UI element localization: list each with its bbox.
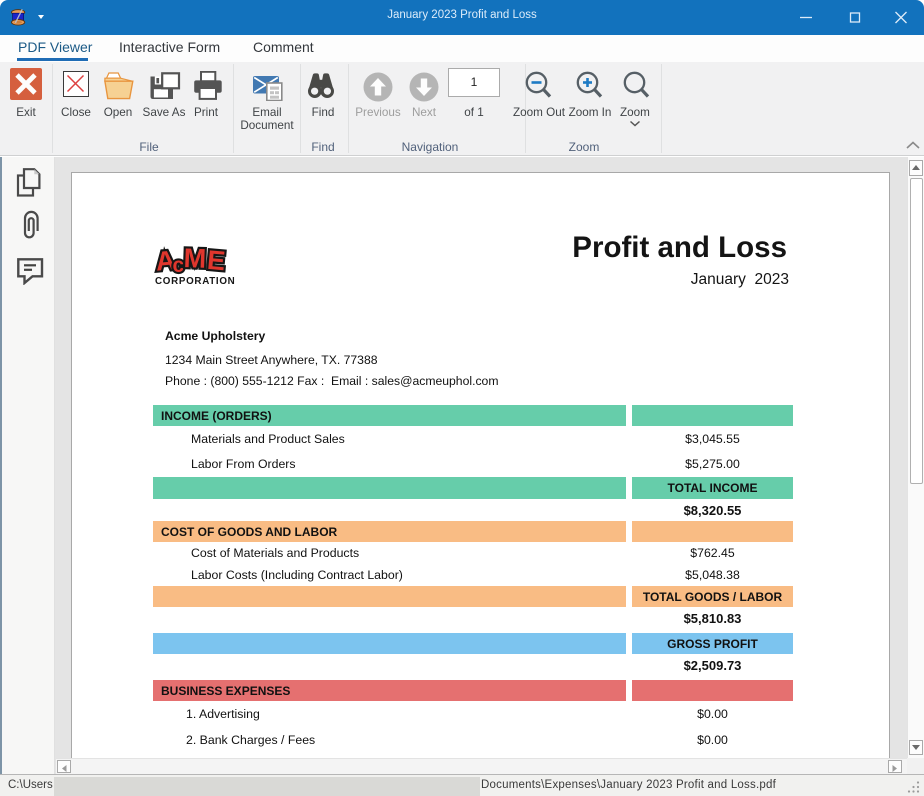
svg-text:CORPORATION: CORPORATION xyxy=(155,276,235,287)
svg-text:E: E xyxy=(206,245,227,276)
svg-text:M: M xyxy=(183,244,207,274)
